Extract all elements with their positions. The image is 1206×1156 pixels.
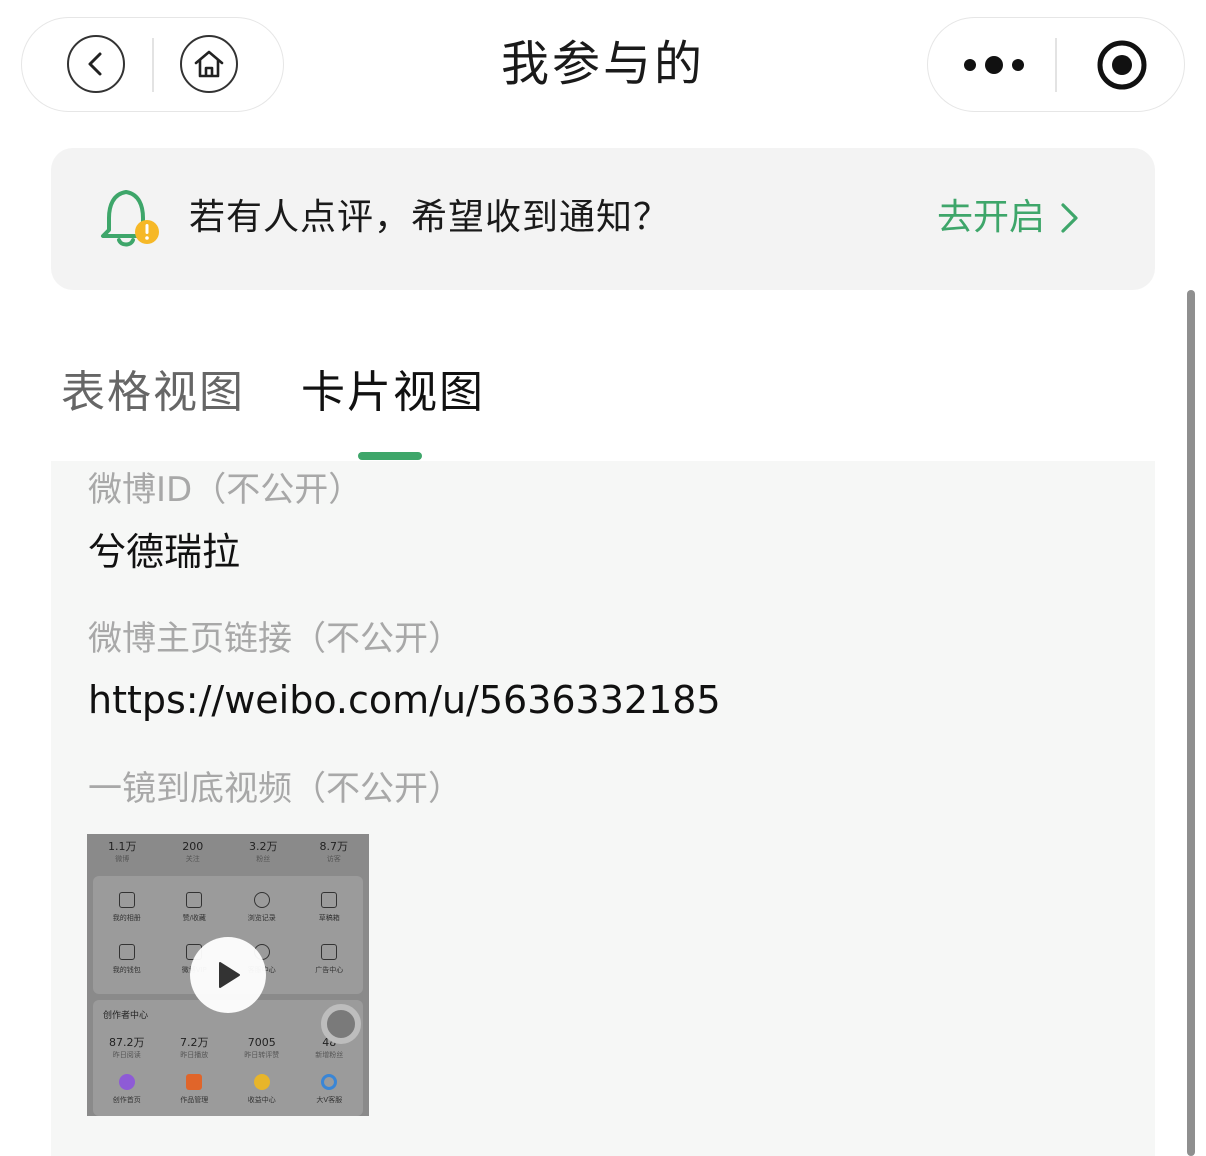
thumb-menu-item: 草稿箱: [296, 892, 364, 924]
works-icon: [186, 1074, 203, 1090]
video-thumbnail[interactable]: 1.1万 微博 200 关注 3.2万 粉丝 8.7万 访客 我的相册 赞/收藏 浏览记…: [87, 834, 369, 1116]
thumb-menu-item: 我的钱包: [93, 944, 161, 976]
clock-icon: [253, 892, 270, 908]
nav-capsule-right: [927, 17, 1185, 112]
enable-notification-link[interactable]: 去开启: [937, 192, 1081, 244]
creator-menu-item: 大V客服: [296, 1074, 364, 1106]
enable-label: 去开启: [937, 197, 1046, 238]
field-label-homepage-link: 微博主页链接（不公开）: [88, 619, 462, 659]
close-miniprogram-button[interactable]: [1095, 38, 1149, 92]
thumb-menu-item: 赞/收藏: [161, 892, 229, 924]
tab-table-view[interactable]: 表格视图: [61, 360, 245, 426]
creator-menu-item: 收益中心: [228, 1074, 296, 1106]
field-label-weibo-id: 微博ID（不公开）: [88, 470, 363, 510]
ads-icon: [321, 944, 338, 960]
thumb-menu-item: 广告中心: [296, 944, 364, 976]
loading-spinner-icon: [321, 1004, 361, 1044]
thumb-stat: 1.1万 微博: [108, 840, 137, 863]
thumb-stat: 3.2万 粉丝: [249, 840, 278, 863]
income-icon: [253, 1074, 270, 1090]
creator-stat: 7.2万 昨日播放: [180, 1036, 209, 1059]
notice-text: 若有人点评，希望收到通知？: [189, 197, 671, 238]
thumb-stats-row: 1.1万 微博 200 关注 3.2万 粉丝 8.7万 访客: [87, 840, 369, 865]
album-icon: [118, 892, 135, 908]
creator-menu-item: 作品管理: [161, 1074, 229, 1106]
tab-card-view[interactable]: 卡片视图: [301, 360, 485, 426]
creator-center-title: 创作者中心: [103, 1011, 149, 1021]
active-tab-indicator: [358, 452, 422, 460]
field-label-video: 一镜到底视频（不公开）: [88, 769, 462, 809]
target-icon: [1097, 40, 1147, 90]
creator-menu-item: 创作首页: [93, 1074, 161, 1106]
chevron-right-icon: [1061, 203, 1078, 233]
scrollbar[interactable]: [1187, 290, 1195, 1156]
wallet-icon: [118, 944, 135, 960]
drafts-icon: [321, 892, 338, 908]
field-value-homepage-link[interactable]: https://weibo.com/u/5636332185: [88, 673, 721, 727]
creator-stat: 87.2万 昨日阅读: [109, 1036, 145, 1059]
more-button[interactable]: [962, 48, 1026, 82]
bell-warning-icon: [101, 190, 159, 247]
thumb-menu-item: 我的相册: [93, 892, 161, 924]
play-button[interactable]: [190, 937, 266, 1013]
favorite-icon: [186, 892, 203, 908]
notification-banner: 若有人点评，希望收到通知？ 去开启: [51, 148, 1155, 290]
thumb-menu-row: 我的相册 赞/收藏 浏览记录 草稿箱: [93, 892, 363, 924]
field-value-weibo-id: 兮德瑞拉: [88, 530, 241, 574]
play-icon: [219, 962, 240, 988]
creator-menu-row: 创作首页 作品管理 收益中心 大V客服: [93, 1074, 363, 1106]
creator-stat: 7005 昨日转评赞: [244, 1036, 280, 1059]
thumb-menu-item: 浏览记录: [228, 892, 296, 924]
creator-stats-row: 87.2万 昨日阅读 7.2万 昨日播放 7005 昨日转评赞 48 新增粉丝: [93, 1036, 363, 1061]
vip-service-icon: [321, 1074, 338, 1090]
capsule-divider: [1055, 38, 1057, 92]
thumb-stat: 8.7万 访客: [319, 840, 349, 863]
entry-card: 微博ID（不公开） 兮德瑞拉 微博主页链接（不公开） https://weibo…: [51, 461, 1155, 1156]
creator-home-icon: [118, 1074, 135, 1090]
thumb-stat: 200 关注: [182, 840, 204, 863]
more-dots-icon: [964, 56, 1024, 74]
